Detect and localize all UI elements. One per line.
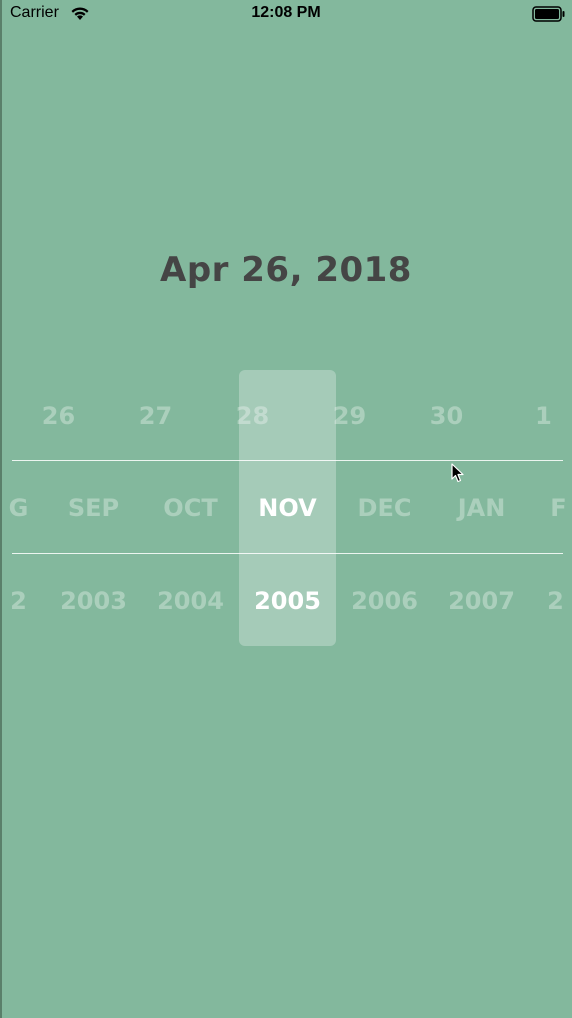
day-cell[interactable]: 1: [495, 396, 572, 436]
day-cell[interactable]: 30: [398, 396, 495, 436]
clock-time: 12:08 PM: [251, 4, 321, 21]
day-cell[interactable]: 26: [10, 396, 107, 436]
year-cell[interactable]: 2006: [336, 581, 433, 621]
picker-divider-bottom: [12, 553, 563, 554]
month-cell[interactable]: F: [510, 488, 572, 528]
year-cell[interactable]: 2003: [45, 581, 142, 621]
day-picker-row[interactable]: 26 27 28 29 30 1: [0, 396, 572, 436]
month-cell[interactable]: DEC: [336, 488, 433, 528]
year-cell[interactable]: 2: [507, 581, 572, 621]
picker-divider-top: [12, 460, 563, 461]
year-picker-row[interactable]: 2 2003 2004 2005 2006 2007 2: [0, 581, 572, 621]
month-cell[interactable]: SEP: [45, 488, 142, 528]
selected-date-title: Apr 26, 2018: [160, 250, 412, 290]
month-cell-selected[interactable]: NOV: [239, 488, 336, 528]
day-cell[interactable]: 29: [301, 396, 398, 436]
year-cell[interactable]: 2004: [142, 581, 239, 621]
month-cell[interactable]: OCT: [142, 488, 239, 528]
day-cell[interactable]: 28: [204, 396, 301, 436]
month-picker-row[interactable]: G SEP OCT NOV DEC JAN F: [0, 488, 572, 528]
battery-icon: [532, 6, 565, 22]
year-cell-selected[interactable]: 2005: [239, 581, 336, 621]
status-bar: Carrier 12:08 PM: [0, 0, 572, 28]
mouse-pointer-icon: [451, 463, 464, 483]
day-cell[interactable]: 27: [107, 396, 204, 436]
